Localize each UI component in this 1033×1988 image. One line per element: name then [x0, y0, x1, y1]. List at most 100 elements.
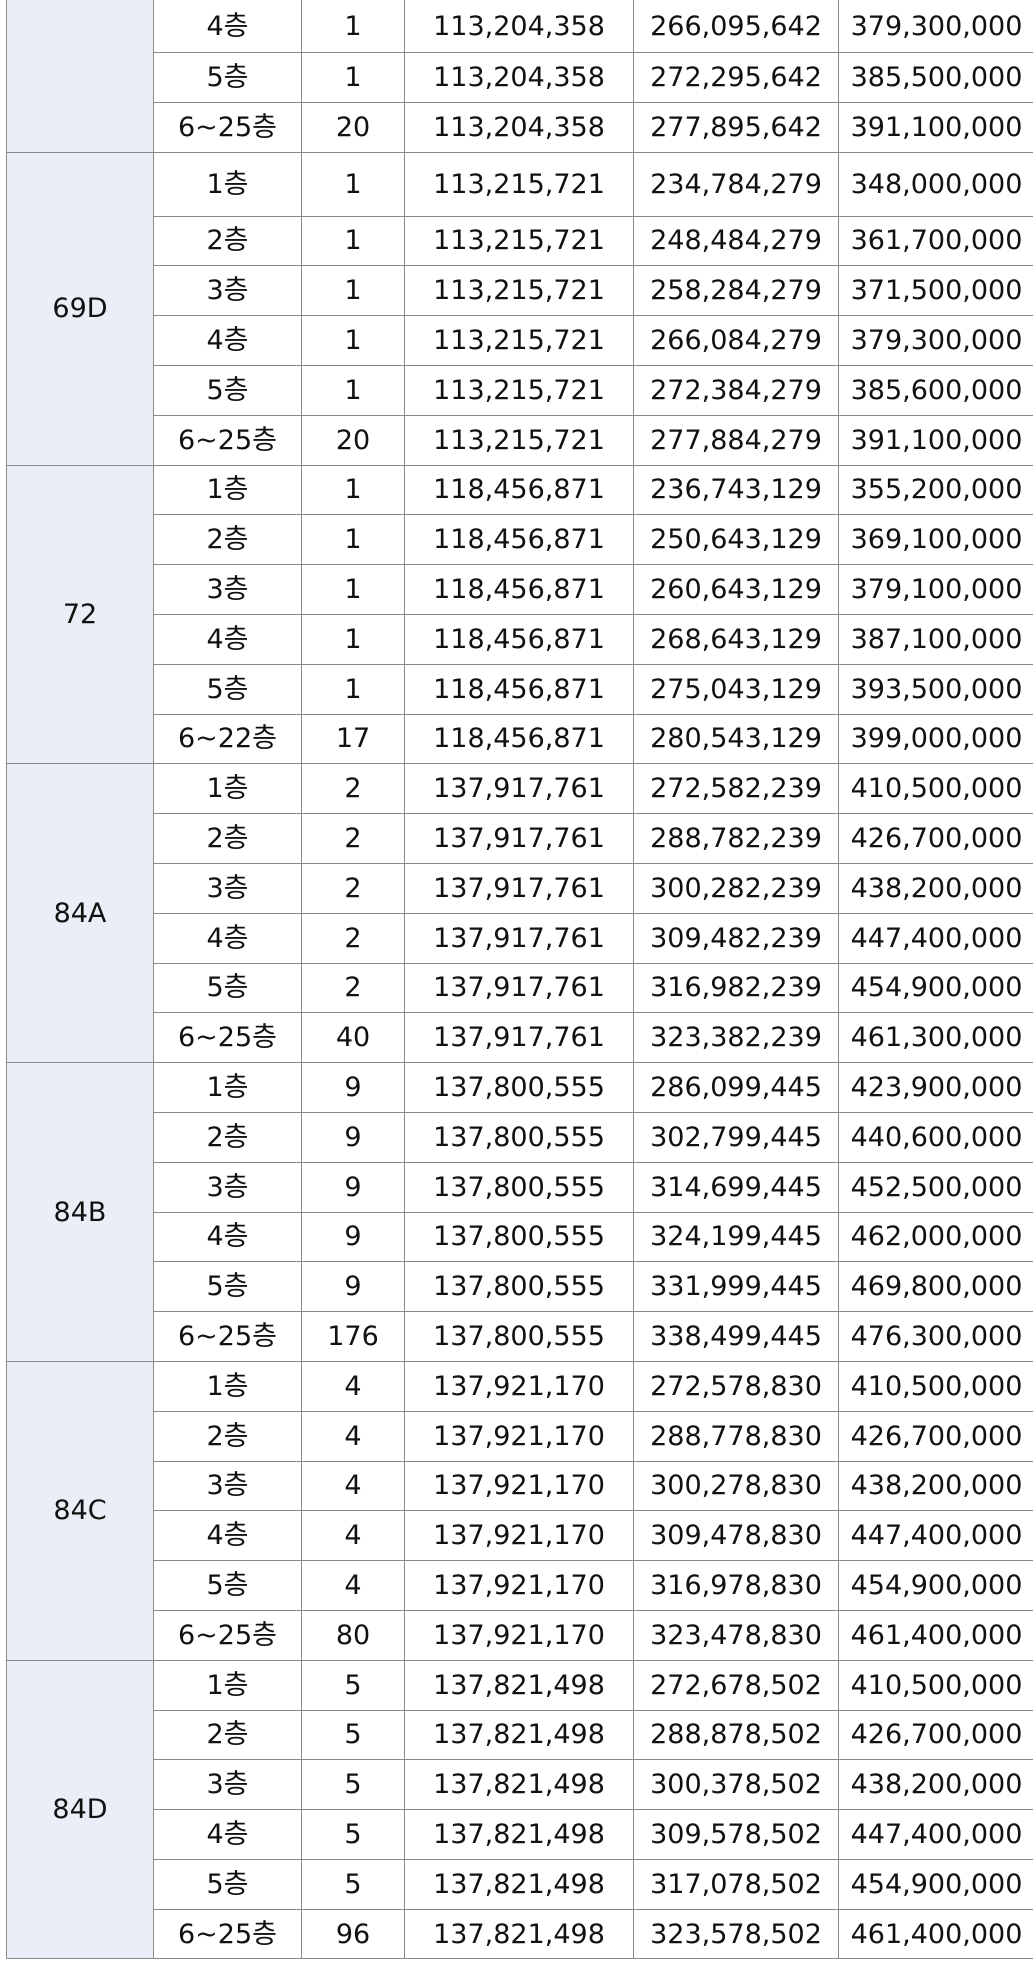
unit-count-cell: 2 — [301, 862, 405, 914]
unit-count-cell: 5 — [301, 1809, 405, 1860]
unit-count-cell: 1 — [301, 315, 405, 366]
floor-cell: 6~25층 — [153, 1609, 302, 1661]
total-price-cell: 426,700,000 — [838, 1709, 1033, 1761]
land-price-cell: 137,800,555 — [404, 1311, 634, 1362]
floor-cell: 3층 — [153, 265, 302, 317]
building-price-cell: 316,982,239 — [633, 962, 839, 1014]
table-row: 6~25층 96 137,821,498 323,578,502 461,400,000 — [7, 1908, 1033, 1960]
land-price-cell: 137,921,170 — [404, 1360, 634, 1412]
building-price-cell: 277,895,642 — [633, 101, 839, 153]
land-price-cell: 137,917,761 — [404, 813, 634, 864]
table-row: 3층 9 137,800,555 314,699,445 452,500,000 — [7, 1161, 1033, 1213]
unit-count-cell: 80 — [301, 1609, 405, 1661]
unit-count-cell: 5 — [301, 1858, 405, 1910]
unit-count-cell: 4 — [301, 1510, 405, 1562]
land-price-cell: 137,821,498 — [404, 1809, 634, 1860]
land-price-cell: 137,821,498 — [404, 1908, 634, 1960]
unit-type-cell: 84C — [6, 1360, 154, 1661]
unit-count-cell: 20 — [301, 414, 405, 466]
table-row: 84B 1층 9 137,800,555 286,099,445 423,900,000 — [6, 1062, 1033, 1362]
total-price-cell: 438,200,000 — [838, 862, 1033, 914]
unit-count-cell: 4 — [301, 1460, 405, 1512]
floor-cell: 6~22층 — [153, 713, 302, 765]
unit-type-cell — [6, 0, 154, 153]
table-row: 5층 2 137,917,761 316,982,239 454,900,000 — [7, 962, 1033, 1014]
building-price-cell: 338,499,445 — [633, 1311, 839, 1362]
floor-cell: 4층 — [153, 1211, 302, 1263]
building-price-cell: 314,699,445 — [633, 1161, 839, 1213]
floor-cell: 3층 — [153, 1161, 302, 1213]
table-row: 3층 1 113,215,721 258,284,279 371,500,000 — [7, 265, 1033, 317]
floor-cell: 6~25층 — [153, 1908, 302, 1960]
unit-count-cell: 1 — [301, 613, 405, 665]
table-row: 5층 9 137,800,555 331,999,445 469,800,000 — [7, 1261, 1033, 1313]
floor-cell: 4층 — [153, 912, 302, 964]
unit-type-cell: 69D — [6, 151, 154, 466]
total-price-cell: 369,100,000 — [838, 514, 1033, 566]
unit-count-cell: 5 — [301, 1759, 405, 1811]
unit-count-cell: 1 — [301, 151, 405, 217]
unit-count-cell: 2 — [301, 813, 405, 864]
land-price-cell: 113,215,721 — [404, 364, 634, 416]
land-price-cell: 113,215,721 — [404, 414, 634, 466]
total-price-cell: 454,900,000 — [838, 962, 1033, 1014]
floor-cell: 2층 — [153, 1410, 302, 1462]
land-price-cell: 118,456,871 — [404, 514, 634, 566]
building-price-cell: 266,084,279 — [633, 315, 839, 366]
land-price-cell: 137,800,555 — [404, 1161, 634, 1213]
land-price-cell: 118,456,871 — [404, 613, 634, 665]
unit-count-cell: 9 — [301, 1211, 405, 1263]
total-price-cell: 423,900,000 — [838, 1062, 1033, 1113]
total-price-cell: 410,500,000 — [838, 763, 1033, 815]
building-price-cell: 316,978,830 — [633, 1560, 839, 1611]
floor-cell: 6~25층 — [153, 414, 302, 466]
table-row: 6~25층 20 113,215,721 277,884,279 391,100,000 — [7, 414, 1033, 466]
land-price-cell: 137,921,170 — [404, 1460, 634, 1512]
table-row: 3층 4 137,921,170 300,278,830 438,200,000 — [7, 1460, 1033, 1512]
unit-count-cell: 1 — [301, 564, 405, 615]
price-table-body: 4층 1 113,204,358 266,095,642 379,300,000 5층 1 1… — [6, 0, 1033, 1960]
building-price-cell: 324,199,445 — [633, 1211, 839, 1263]
building-price-cell: 323,478,830 — [633, 1609, 839, 1661]
unit-count-cell: 1 — [301, 265, 405, 317]
floor-cell: 2층 — [153, 813, 302, 864]
table-row: 72 1층 1 118,456,871 236,743,129 355,200,000 — [6, 464, 1033, 765]
land-price-cell: 137,921,170 — [404, 1510, 634, 1562]
total-price-cell: 438,200,000 — [838, 1460, 1033, 1512]
floor-cell: 5층 — [153, 52, 302, 103]
total-price-cell: 348,000,000 — [838, 151, 1033, 217]
unit-count-cell: 5 — [301, 1659, 405, 1711]
total-price-cell: 454,900,000 — [838, 1560, 1033, 1611]
table-row: 2층 1 118,456,871 250,643,129 369,100,000 — [7, 514, 1033, 566]
table-row: 2층 4 137,921,170 288,778,830 426,700,000 — [7, 1410, 1033, 1462]
table-row: 2층 9 137,800,555 302,799,445 440,600,000 — [7, 1111, 1033, 1163]
land-price-cell: 113,204,358 — [404, 52, 634, 103]
building-price-cell: 280,543,129 — [633, 713, 839, 765]
table-row: 4층 1 113,215,721 266,084,279 379,300,000 — [7, 315, 1033, 366]
building-price-cell: 302,799,445 — [633, 1111, 839, 1163]
unit-count-cell: 1 — [301, 0, 405, 53]
table-row: 6~25층 176 137,800,555 338,499,445 476,300,00… — [7, 1311, 1033, 1362]
floor-cell: 5층 — [153, 962, 302, 1014]
table-row: 2층 5 137,821,498 288,878,502 426,700,000 — [7, 1709, 1033, 1761]
table-row: 3층 1 118,456,871 260,643,129 379,100,000 — [7, 564, 1033, 615]
total-price-cell: 391,100,000 — [838, 101, 1033, 153]
land-price-cell: 137,917,761 — [404, 912, 634, 964]
total-price-cell: 447,400,000 — [838, 1510, 1033, 1562]
building-price-cell: 300,282,239 — [633, 862, 839, 914]
floor-cell: 4층 — [153, 1809, 302, 1860]
unit-count-cell: 2 — [301, 763, 405, 815]
floor-cell: 4층 — [153, 613, 302, 665]
floor-cell: 3층 — [153, 1759, 302, 1811]
unit-count-cell: 1 — [301, 663, 405, 715]
land-price-cell: 137,917,761 — [404, 1012, 634, 1064]
floor-cell: 5층 — [153, 1560, 302, 1611]
floor-cell: 1층 — [153, 464, 302, 516]
table-row: 4층 4 137,921,170 309,478,830 447,400,000 — [7, 1510, 1033, 1562]
total-price-cell: 385,600,000 — [838, 364, 1033, 416]
building-price-cell: 236,743,129 — [633, 464, 839, 516]
table-row: 6~22층 17 118,456,871 280,543,129 399,000,000 — [7, 713, 1033, 765]
unit-type-cell: 84B — [6, 1062, 154, 1362]
total-price-cell: 426,700,000 — [838, 1410, 1033, 1462]
total-price-cell: 447,400,000 — [838, 912, 1033, 964]
